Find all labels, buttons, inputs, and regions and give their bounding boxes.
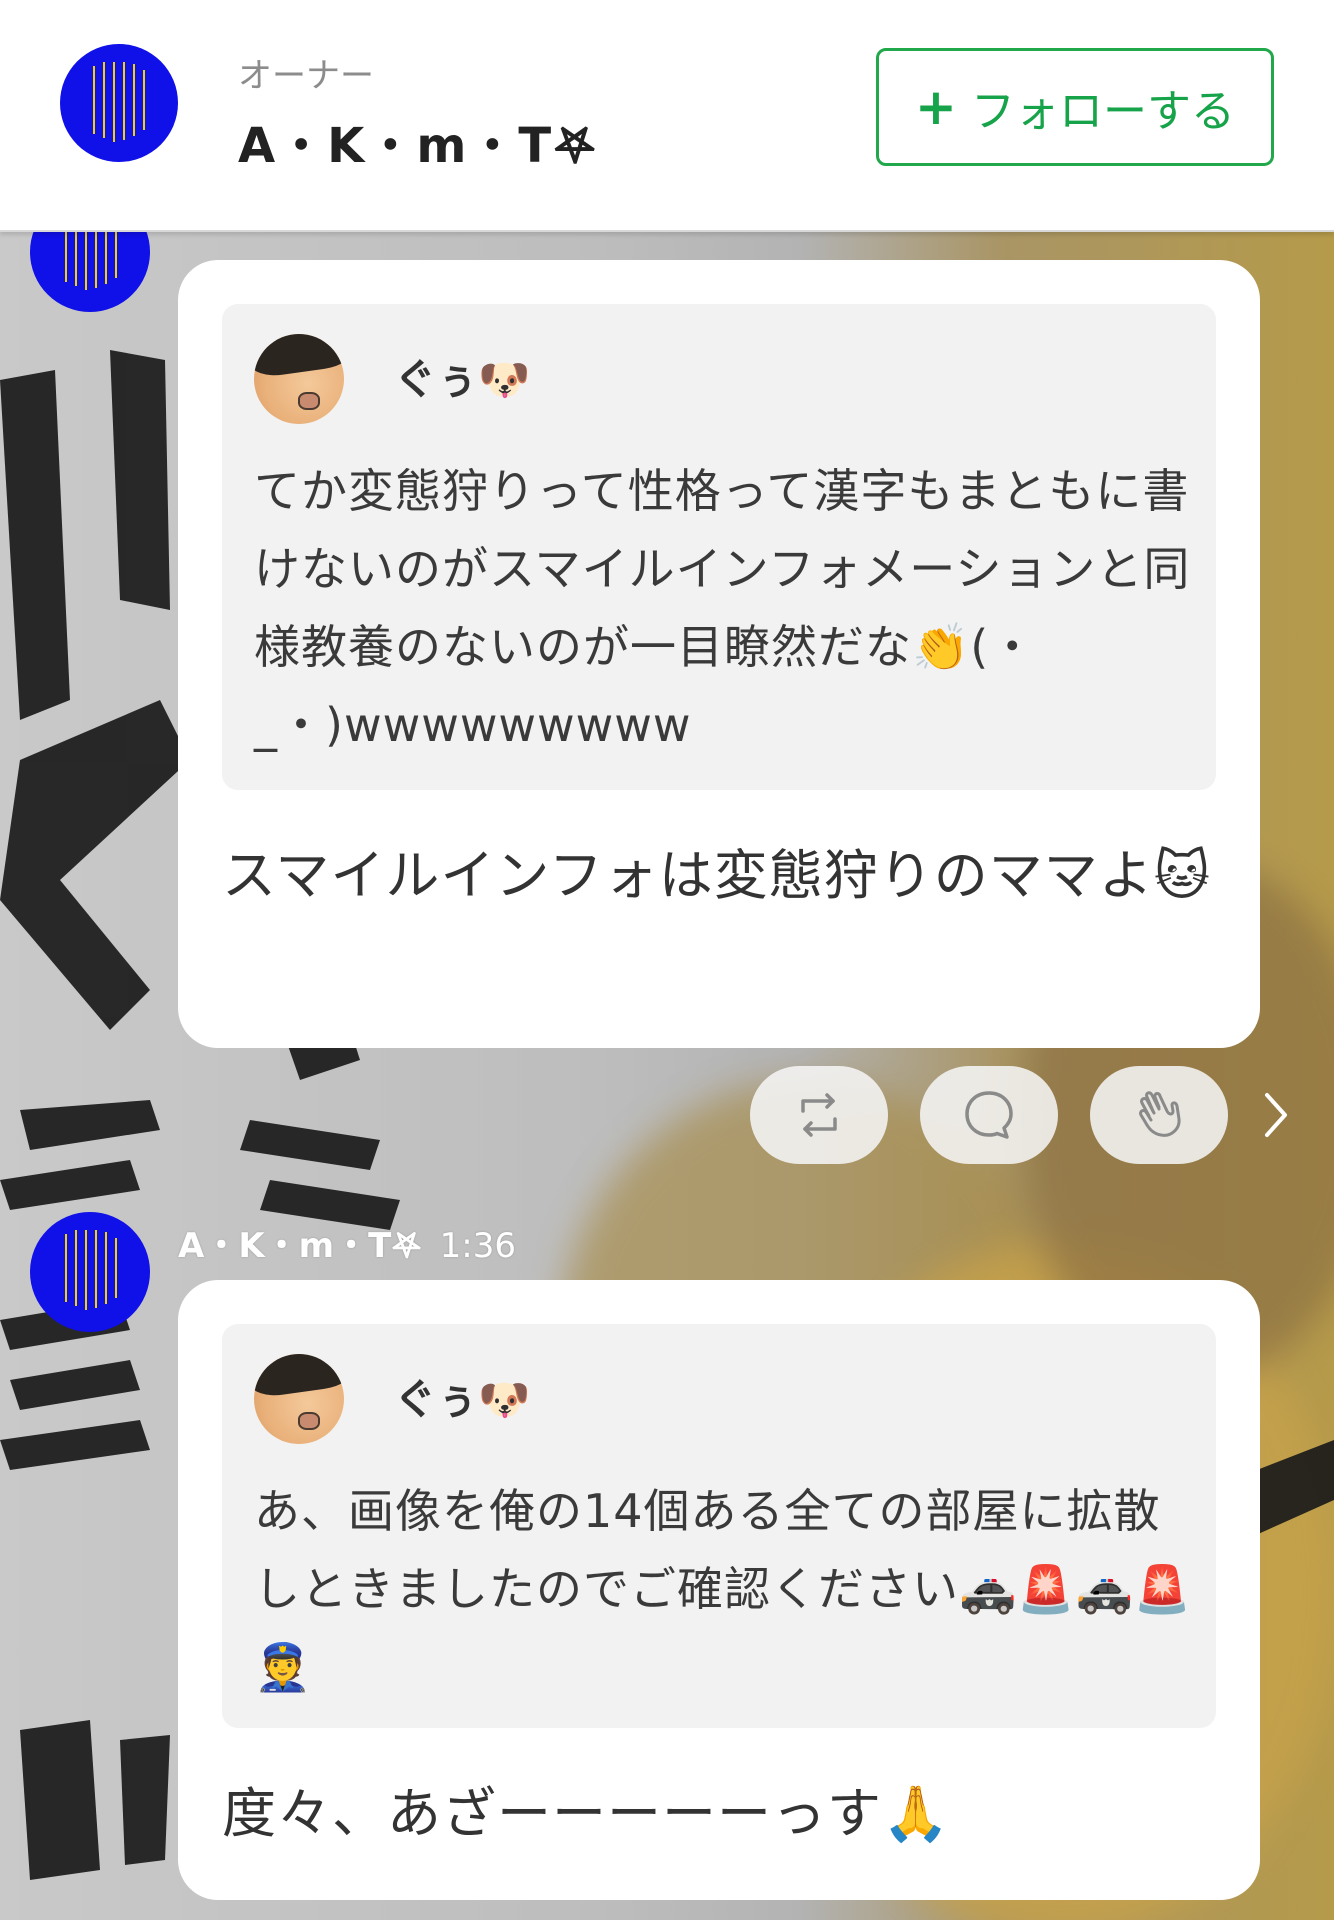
quoted-message-text: てか変態狩りって性格って漢字もまともに書けないのがスマイルインフォメーションと同… (254, 464, 1191, 752)
owner-name: A・K・m・T𖤐 (238, 118, 599, 174)
quoted-author-avatar (254, 1354, 344, 1444)
message-text: 度々、あざーーーーーっす🙏 (222, 1782, 951, 1845)
quoted-message[interactable]: ぐぅ🐶 あ、画像を俺の14個ある全ての部屋に拡散しときましたのでご確認ください🚓… (222, 1324, 1216, 1728)
quoted-message-text: あ、画像を俺の14個ある全ての部屋に拡散しときましたのでご確認ください🚓🚨🚓🚨👮 (254, 1484, 1193, 1694)
more-reactions-button[interactable] (1258, 1082, 1294, 1148)
quoted-author-name: ぐぅ🐶 (394, 1375, 531, 1424)
clap-icon (1139, 1091, 1181, 1137)
sender-name: A・K・m・T𖤐 (178, 1226, 422, 1266)
comment-icon (965, 1091, 1013, 1139)
message-bubble[interactable]: ぐぅ🐶 てか変態狩りって性格って漢字もまともに書けないのがスマイルインフォメーシ… (178, 260, 1260, 1048)
message-time: 1:36 (439, 1226, 517, 1266)
owner-avatar[interactable] (60, 44, 178, 162)
quoted-message[interactable]: ぐぅ🐶 てか変態狩りって性格って漢字もまともに書けないのがスマイルインフォメーシ… (222, 304, 1216, 790)
comment-button[interactable] (920, 1066, 1058, 1164)
sender-info: A・K・m・T𖤐 1:36 (178, 1218, 516, 1267)
chevron-right-icon (1265, 1093, 1287, 1137)
quoted-author-avatar (254, 334, 344, 424)
owner-role-label: オーナー (238, 56, 374, 96)
plus-icon: + (915, 78, 957, 136)
message-bubble[interactable]: ぐぅ🐶 あ、画像を俺の14個ある全ての部屋に拡散しときましたのでご確認ください🚓… (178, 1280, 1260, 1900)
chat-header: オーナー A・K・m・T𖤐 + フォローする (0, 0, 1334, 232)
sender-avatar[interactable] (30, 1212, 150, 1332)
clap-button[interactable] (1090, 1066, 1228, 1164)
repost-icon (801, 1093, 837, 1137)
quoted-author-name: ぐぅ🐶 (394, 355, 531, 404)
message-text: スマイルインフォは変態狩りのママよ🐱 (222, 844, 1212, 907)
follow-button-label: フォローする (970, 86, 1235, 137)
follow-button[interactable]: + フォローする (876, 48, 1274, 166)
repost-button[interactable] (750, 1066, 888, 1164)
